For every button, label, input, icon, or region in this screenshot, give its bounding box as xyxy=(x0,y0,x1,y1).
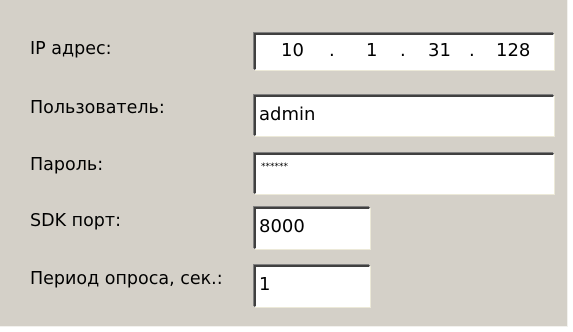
poll-period-input[interactable]: 1 xyxy=(254,265,370,307)
ip-octet-1[interactable]: 10 xyxy=(281,42,304,60)
ip-octet-4[interactable]: 128 xyxy=(496,42,530,60)
sdk-port-input-value: 8000 xyxy=(259,216,305,237)
ip-octet-3[interactable]: 31 xyxy=(428,42,451,60)
ip-octet-2[interactable]: 1 xyxy=(366,42,377,60)
sdk-port-label: SDK порт: xyxy=(30,211,121,231)
ip-dot-2: . xyxy=(400,40,406,61)
ip-address-label: IP адрес: xyxy=(30,39,112,59)
sdk-port-input[interactable]: 8000 xyxy=(254,207,370,249)
ip-dot-1: . xyxy=(329,40,335,61)
poll-period-label: Период опроса, сек.: xyxy=(30,269,223,289)
poll-period-input-value: 1 xyxy=(259,274,271,295)
settings-panel: IP адрес: 10 . 1 . 31 . 128 Пользователь… xyxy=(0,0,568,327)
password-input-value: ****** xyxy=(261,162,288,172)
ip-address-input[interactable]: 10 . 1 . 31 . 128 xyxy=(254,33,554,70)
user-input-value: admin xyxy=(259,104,316,125)
password-input[interactable]: ****** xyxy=(254,153,554,194)
password-label: Пароль: xyxy=(30,155,104,175)
ip-dot-3: . xyxy=(469,40,475,61)
user-input[interactable]: admin xyxy=(254,95,554,136)
user-label: Пользователь: xyxy=(30,98,165,118)
